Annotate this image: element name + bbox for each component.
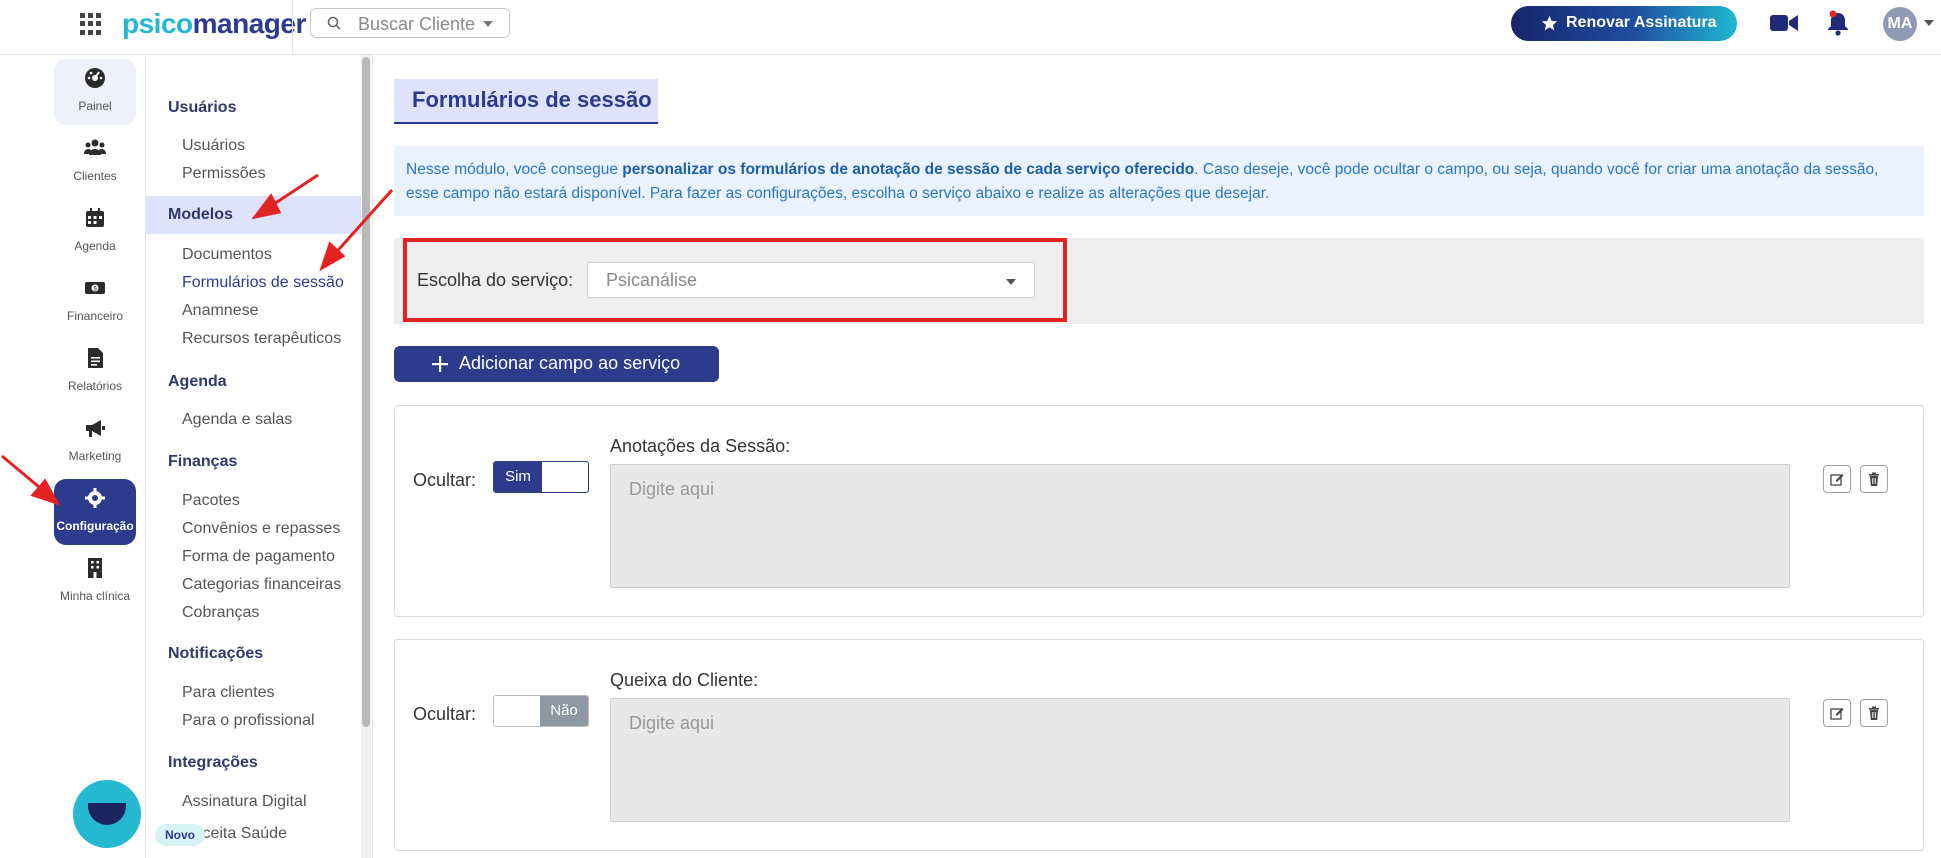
search-placeholder: Buscar Cliente: [358, 14, 476, 34]
avatar[interactable]: MA: [1883, 7, 1917, 41]
section-financas: Finanças: [168, 453, 238, 470]
apps-grid-icon[interactable]: [80, 13, 102, 35]
subnav-para-clientes[interactable]: Para clientes: [182, 684, 275, 702]
textarea-placeholder: Digite aqui: [629, 479, 715, 499]
subnav-permissoes[interactable]: Permissões: [182, 165, 266, 183]
subnav-assinatura-digital[interactable]: Assinatura Digital: [182, 793, 307, 811]
gear-icon: [85, 488, 105, 508]
megaphone-icon: [86, 420, 105, 437]
renew-subscription-button[interactable]: Renovar Assinatura: [1511, 6, 1737, 41]
chevron-down-icon: [483, 21, 493, 27]
subnav-convenios-e-repasses[interactable]: Convênios e repasses: [182, 520, 340, 538]
video-camera-icon[interactable]: [1770, 13, 1798, 33]
toggle-off-label: Não: [540, 696, 588, 726]
divider: [372, 55, 373, 858]
add-field-label: Adicionar campo ao serviço: [459, 353, 681, 373]
info-banner: Nesse módulo, você consegue personalizar…: [394, 146, 1924, 216]
dashboard-icon: [85, 68, 105, 88]
hide-toggle[interactable]: Sim: [493, 461, 589, 493]
search-icon: [327, 16, 341, 30]
subnav-cobrancas[interactable]: Cobranças: [182, 604, 259, 622]
textarea-placeholder: Digite aqui: [629, 713, 715, 733]
section-notificacoes: Notificações: [168, 645, 264, 662]
highlight-box: [403, 238, 1067, 322]
subnav-agenda-e-salas[interactable]: Agenda e salas: [182, 411, 292, 429]
section-agenda: Agenda: [168, 373, 227, 390]
subnav-pacotes[interactable]: Pacotes: [182, 492, 240, 510]
users-icon: [84, 139, 106, 155]
settings-subnav: Usuários Usuários Permissões Modelos Doc…: [146, 55, 362, 858]
field-label: Queixa do Cliente:: [610, 670, 759, 690]
main-nav-rail: Painel Clientes Agenda $ Financeiro Rela…: [48, 55, 146, 858]
nav-financeiro[interactable]: $ Financeiro: [54, 269, 136, 335]
bell-icon[interactable]: [1826, 10, 1850, 36]
field-card: Ocultar: Não Queixa do Cliente: Digite a…: [394, 639, 1924, 851]
subnav-scrollbar[interactable]: [361, 55, 371, 858]
delete-button[interactable]: [1860, 465, 1888, 493]
subnav-recursos-terapeuticos[interactable]: Recursos terapêuticos: [182, 330, 341, 348]
plus-icon: [432, 356, 448, 372]
report-icon: [88, 348, 103, 368]
nav-clientes[interactable]: Clientes: [54, 129, 136, 195]
field-card: Ocultar: Sim Anotações da Sessão: Digite…: [394, 405, 1924, 617]
nav-marketing[interactable]: Marketing: [54, 409, 136, 475]
nav-minha-clinica[interactable]: Minha clínica: [54, 549, 136, 615]
nav-relatorios[interactable]: Relatórios: [54, 339, 136, 405]
nav-agenda[interactable]: Agenda: [54, 199, 136, 265]
subnav-usuarios[interactable]: Usuários: [182, 137, 245, 155]
arrow-to-configuracao: [1, 454, 46, 494]
section-modelos[interactable]: Modelos: [146, 196, 362, 234]
page-title: Formulários de sessão: [394, 79, 658, 124]
subnav-forma-de-pagamento[interactable]: Forma de pagamento: [182, 548, 335, 566]
money-icon: $: [85, 282, 105, 294]
calendar-icon: [86, 208, 104, 227]
trash-icon: [1869, 706, 1879, 720]
add-field-button[interactable]: Adicionar campo ao serviço: [394, 346, 719, 382]
toggle-on-label: Sim: [494, 462, 542, 492]
star-icon: [1541, 15, 1558, 31]
hide-label: Ocultar:: [413, 470, 477, 490]
delete-button[interactable]: [1860, 699, 1888, 727]
nav-painel[interactable]: Painel: [54, 59, 136, 125]
subnav-para-o-profissional[interactable]: Para o profissional: [182, 712, 315, 730]
subnav-documentos[interactable]: Documentos: [182, 246, 272, 264]
edit-button[interactable]: [1823, 699, 1851, 727]
scrollbar-thumb[interactable]: [362, 57, 370, 727]
building-icon: [88, 558, 102, 578]
subnav-anamnese[interactable]: Anamnese: [182, 302, 259, 320]
logo[interactable]: psicomanager: [122, 8, 306, 40]
top-bar: psicomanager Buscar Cliente Renovar Assi…: [0, 0, 1941, 55]
subnav-categorias-financeiras[interactable]: Categorias financeiras: [182, 576, 341, 594]
chat-support-button[interactable]: [73, 780, 141, 848]
nav-configuracao[interactable]: Configuração: [54, 479, 136, 545]
new-badge: Novo: [155, 824, 205, 846]
hide-toggle[interactable]: Não: [493, 695, 589, 727]
divider: [292, 0, 293, 54]
renew-label: Renovar Assinatura: [1566, 14, 1717, 31]
edit-button[interactable]: [1823, 465, 1851, 493]
field-textarea[interactable]: Digite aqui: [610, 464, 1790, 588]
field-textarea[interactable]: Digite aqui: [610, 698, 1790, 822]
smile-icon: [88, 803, 126, 825]
hide-label: Ocultar:: [413, 704, 477, 724]
section-usuarios: Usuários: [168, 99, 237, 116]
trash-icon: [1869, 472, 1879, 486]
edit-icon: [1830, 474, 1844, 486]
search-client-input[interactable]: Buscar Cliente: [310, 8, 510, 38]
subnav-formularios-de-sessao[interactable]: Formulários de sessão: [182, 274, 344, 292]
edit-icon: [1830, 708, 1844, 720]
field-label: Anotações da Sessão:: [610, 436, 791, 456]
chevron-down-icon[interactable]: [1924, 20, 1934, 26]
section-integracoes: Integrações: [168, 754, 258, 771]
